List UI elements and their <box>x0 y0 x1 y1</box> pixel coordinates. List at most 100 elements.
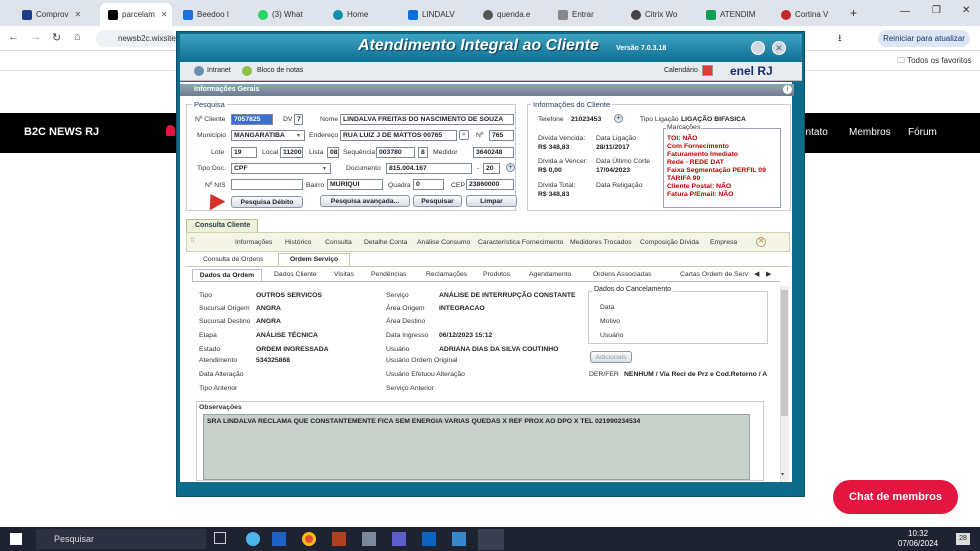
adicionais-button[interactable]: Adicionais <box>590 351 632 363</box>
search-address-icon[interactable]: ⌕ <box>459 130 469 140</box>
browser-tab-2[interactable]: parcelam ✕ <box>100 3 172 26</box>
edge-icon[interactable] <box>246 532 260 546</box>
browser-tab-3[interactable]: Beedoo I <box>175 3 247 26</box>
home-icon[interactable]: ⌂ <box>74 31 81 43</box>
back-icon[interactable]: ← <box>8 31 19 43</box>
teams-icon[interactable] <box>392 532 406 546</box>
browser-tab-10[interactable]: ATENDIM <box>698 3 770 26</box>
tab-caracteristica-fornecimento[interactable]: Característica Fornecimento <box>478 239 563 246</box>
lista-input[interactable]: 08 <box>327 147 339 158</box>
browser-tab-6[interactable]: LINDALV <box>400 3 472 26</box>
nav-membros[interactable]: Membros <box>849 127 891 138</box>
lote-select[interactable]: 19 <box>231 147 257 158</box>
forward-icon[interactable]: → <box>30 31 41 43</box>
tab-consulta-cliente[interactable]: Consulta Cliente <box>186 219 258 232</box>
scroll-down-icon[interactable]: ▾ <box>781 471 784 478</box>
dv-input[interactable]: 7 <box>294 114 303 125</box>
tab-ordens-associadas[interactable]: Ordens Associadas <box>593 271 652 278</box>
tab-empresa[interactable]: Empresa <box>710 239 737 246</box>
tab-consulta[interactable]: Consulta <box>325 239 352 246</box>
municipio-select[interactable]: MANGARATIBA <box>231 130 305 141</box>
intranet-icon[interactable] <box>194 66 204 76</box>
browser-tab-11[interactable]: Cortina V <box>773 3 845 26</box>
tab-dados-ordem[interactable]: Dados da Ordem <box>192 269 262 281</box>
close-icon[interactable]: ✕ <box>74 10 81 19</box>
tab-visitas[interactable]: Visitas <box>334 271 354 278</box>
tab-composicao-divida[interactable]: Composição Dívida <box>640 239 699 246</box>
active-app-icon[interactable] <box>478 529 504 550</box>
clock-date[interactable]: 07/06/2024 <box>898 539 938 548</box>
restore-icon[interactable]: ❐ <box>932 5 941 16</box>
close-window-icon[interactable]: ✕ <box>962 5 970 16</box>
add-phone-icon[interactable]: + <box>614 114 623 123</box>
nav-forum[interactable]: Fórum <box>908 127 937 138</box>
local-input[interactable]: 11200 <box>280 147 303 158</box>
tab-informacoes[interactable]: Informações <box>235 239 272 246</box>
browser-tab-7[interactable]: quenda.e <box>475 3 547 26</box>
bell-icon[interactable] <box>166 125 175 136</box>
notes-icon[interactable] <box>242 66 252 76</box>
download-icon[interactable]: ⭳ <box>838 31 842 48</box>
close-icon[interactable]: ✕ <box>161 10 168 19</box>
pesquisar-button[interactable]: Pesquisar <box>413 195 462 207</box>
tab-reclamacoes[interactable]: Reclamações <box>426 271 467 278</box>
calendar-link[interactable]: Calendário <box>664 67 698 74</box>
sequencia-dv-input[interactable]: 8 <box>418 147 428 158</box>
app-icon[interactable] <box>452 532 466 546</box>
chat-members-button[interactable]: Chat de membros <box>833 480 958 514</box>
tab-medidores-trocados[interactable]: Medidores Trocados <box>570 239 632 246</box>
tab-detalhe-conta[interactable]: Detalhe Conta <box>364 239 407 246</box>
tab-scroll-left-icon[interactable]: ◀ <box>754 270 759 278</box>
calendar-icon[interactable] <box>702 65 713 76</box>
nis-input[interactable] <box>231 179 303 190</box>
quadra-input[interactable]: 0 <box>413 179 444 190</box>
url-field[interactable]: newsb2c.wixsite <box>96 30 176 47</box>
add-document-icon[interactable]: + <box>506 163 515 172</box>
tipodoc-select[interactable]: CPF <box>231 163 331 174</box>
tab-analise-consumo[interactable]: Análise Consumo <box>417 239 470 246</box>
calculator-icon[interactable] <box>362 532 376 546</box>
notification-badge[interactable]: 28 <box>956 533 970 545</box>
nome-input[interactable]: LINDALVA FREITAS DO NASCIMENTO DE SOUZA <box>340 114 514 125</box>
numero-input[interactable]: 765 <box>489 130 514 141</box>
cep-input[interactable]: 23860000 <box>466 179 514 190</box>
scrollbar-thumb[interactable] <box>781 290 788 416</box>
reload-icon[interactable]: ↻ <box>52 31 61 44</box>
close-tab-icon[interactable]: ✕ <box>756 237 766 247</box>
windows-start-icon[interactable] <box>10 533 22 545</box>
browser-tab-1[interactable]: Comprov ✕ <box>14 3 98 26</box>
pesquisa-avancada-button[interactable]: Pesquisa avançada... <box>320 195 410 207</box>
medidor-input[interactable]: 3640248 <box>473 147 514 158</box>
chevron-down-icon[interactable]: ▾ <box>323 165 326 172</box>
intranet-link[interactable]: Intranet <box>207 67 231 74</box>
browser-tab-8[interactable]: Entrar <box>550 3 622 26</box>
browser-tab-9[interactable]: Citrix Wo <box>623 3 695 26</box>
chrome-icon[interactable] <box>302 532 316 546</box>
tab-cartas-ordem[interactable]: Cartas Ordem de Serv <box>680 271 750 278</box>
tab-historico[interactable]: Histórico <box>285 239 311 246</box>
new-tab-button[interactable]: + <box>850 6 857 20</box>
info-icon[interactable]: i <box>783 85 792 94</box>
chevron-down-icon[interactable]: ▾ <box>297 132 300 139</box>
doc-dv-input[interactable]: 20 <box>483 163 500 174</box>
minimize-icon[interactable]: — <box>900 6 910 17</box>
tab-ordem-servico[interactable]: Ordem Serviço <box>278 253 350 266</box>
app-icon[interactable] <box>332 532 346 546</box>
tab-scroll-right-icon[interactable]: ▶ <box>766 270 771 278</box>
tab-produtos[interactable]: Produtos <box>483 271 510 278</box>
task-view-icon[interactable] <box>214 532 226 544</box>
tab-consulta-ordens[interactable]: Consulta de Ordens <box>203 256 263 263</box>
browser-tab-4[interactable]: (3) What <box>250 3 322 26</box>
ie-icon[interactable] <box>272 532 286 546</box>
pesquisa-debito-button[interactable]: Pesquisa Débito <box>231 196 303 208</box>
observacoes-text[interactable]: SRA LINDALVA RECLAMA QUE CONSTANTEMENTE … <box>203 414 750 480</box>
tab-agendamento[interactable]: Agendamento <box>529 271 571 278</box>
num-cliente-input[interactable]: 7057825 <box>231 114 273 125</box>
tab-dados-cliente[interactable]: Dados Cliente <box>274 271 317 278</box>
tab-pendencias[interactable]: Pendências <box>371 271 407 278</box>
bairro-input[interactable]: MURIQUI <box>327 179 383 190</box>
outlook-icon[interactable] <box>422 532 436 546</box>
sequencia-input[interactable]: 003780 <box>376 147 415 158</box>
endereco-input[interactable]: RUA LUIZ J DE MATTOS 00765 <box>340 130 457 141</box>
notes-link[interactable]: Bloco de notas <box>257 67 303 74</box>
